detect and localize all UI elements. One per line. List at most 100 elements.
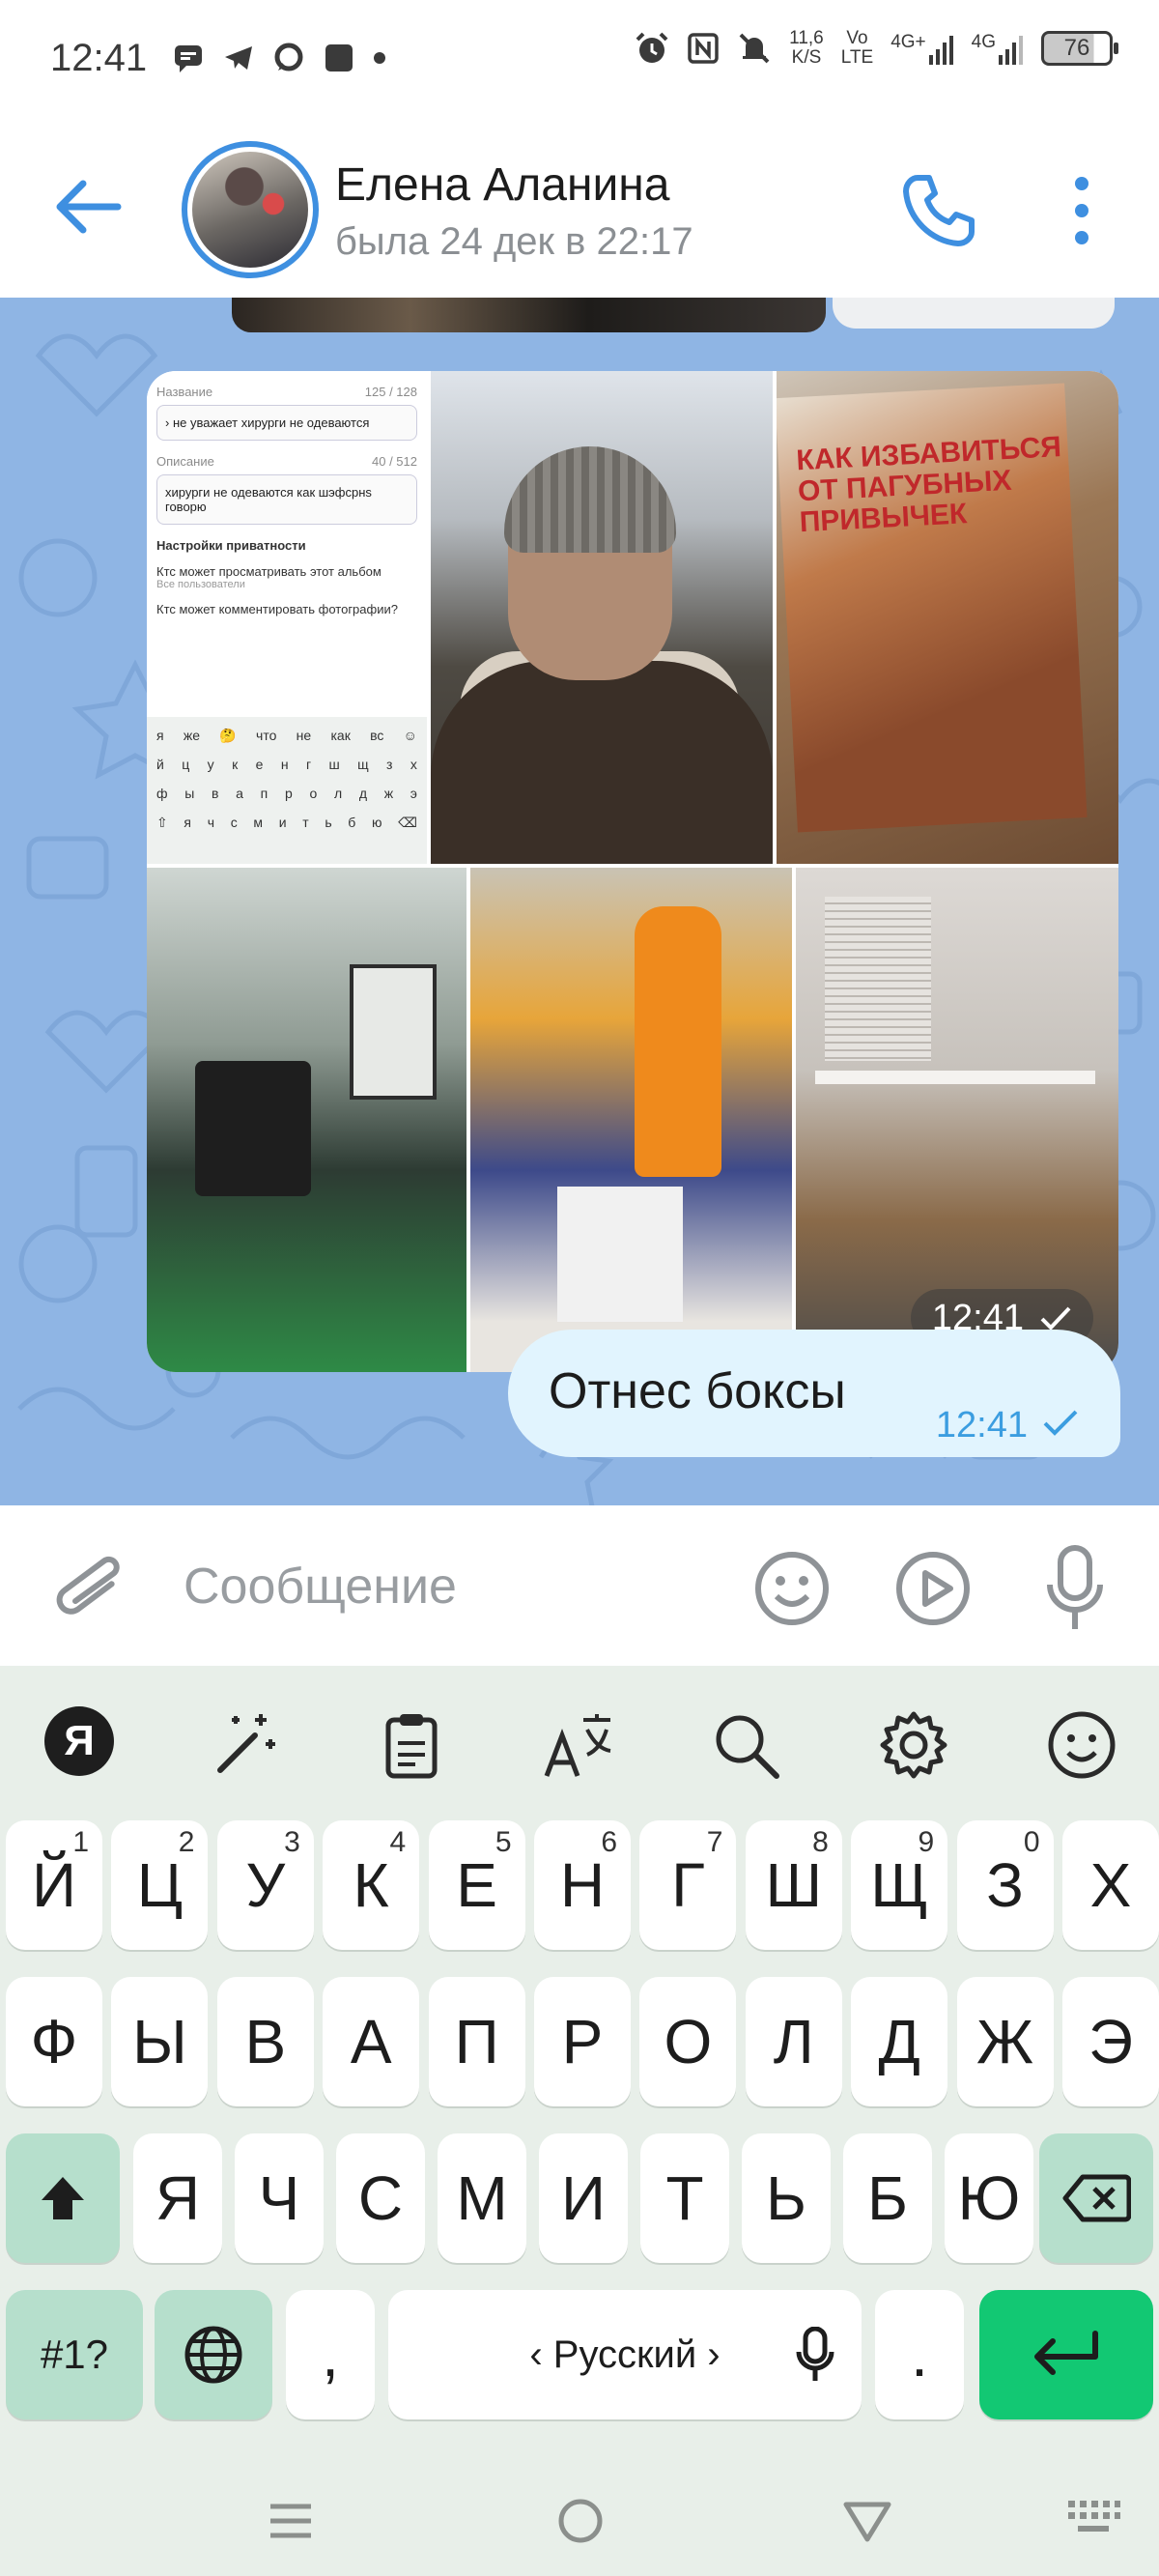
key-Э[interactable]: Э — [1062, 1977, 1159, 2106]
signal-bars-icon — [928, 36, 953, 65]
magic-wand-icon[interactable] — [207, 1706, 284, 1784]
mini-key: что — [256, 728, 277, 743]
photo-album-message[interactable]: Название 125 / 128 › не уважает хирурги … — [147, 371, 1118, 1372]
mini-key: ь — [325, 815, 332, 830]
clipboard-icon[interactable] — [373, 1706, 450, 1784]
key-М-label: М — [456, 2163, 508, 2233]
status-right-group: 11,6 K/S Vo LTE 4G+ 4G 76 — [635, 29, 1118, 68]
key-О[interactable]: О — [639, 1977, 737, 2106]
key-С[interactable]: С — [336, 2133, 425, 2263]
key-number-hint: 3 — [284, 1826, 300, 1858]
key-Р[interactable]: Р — [534, 1977, 631, 2106]
key-М[interactable]: М — [438, 2133, 526, 2263]
key-П[interactable]: П — [428, 1977, 525, 2106]
desc-count: 40 / 512 — [372, 454, 417, 469]
key-Л-label: Л — [773, 2007, 814, 2076]
mini-row-2: ф ы в а пр олд ж э — [151, 779, 423, 808]
telegram-icon — [225, 46, 253, 70]
language-key[interactable] — [155, 2290, 272, 2419]
desc-field: хирурги не одеваются как шэфсрнs говорю — [156, 474, 417, 525]
album-photo-book[interactable]: КАК ИЗБАВИТЬСЯ ОТ ПАГУБНЫХ ПРИВЫЧЕК — [777, 371, 1118, 864]
translate-icon[interactable] — [541, 1706, 618, 1784]
mini-key: б — [348, 815, 356, 830]
key-Б[interactable]: Б — [843, 2133, 932, 2263]
album-photo-products[interactable] — [470, 868, 792, 1372]
key-number-hint: 1 — [72, 1826, 89, 1858]
key-Т[interactable]: Т — [640, 2133, 729, 2263]
mini-key: м — [253, 815, 263, 830]
shift-key[interactable] — [6, 2133, 120, 2263]
space-key-label: ‹ Русский › — [529, 2333, 721, 2376]
shelf — [815, 1071, 1095, 1084]
key-К[interactable]: К4 — [323, 1820, 420, 1950]
key-А[interactable]: А — [323, 1977, 420, 2106]
emoji-panel-icon[interactable] — [1043, 1706, 1120, 1784]
key-Ф[interactable]: Ф — [6, 1977, 102, 2106]
key-Щ[interactable]: Щ9 — [851, 1820, 948, 1950]
space-key[interactable]: ‹ Русский › — [388, 2290, 862, 2419]
contact-avatar[interactable] — [182, 141, 319, 278]
contact-name[interactable]: Елена Аланина — [335, 158, 670, 212]
mini-key: же — [183, 728, 201, 743]
key-Ц[interactable]: Ц2 — [111, 1820, 209, 1950]
net-type-1: 4G+ — [890, 32, 926, 52]
voice-input-icon[interactable] — [796, 2326, 834, 2392]
recent-apps-icon[interactable] — [267, 2497, 315, 2545]
more-vertical-icon[interactable] — [1062, 174, 1101, 247]
mini-key: 🤔 — [219, 727, 237, 743]
key-Ж-label: Ж — [976, 2007, 1034, 2076]
key-У[interactable]: У3 — [216, 1820, 314, 1950]
mini-suggestions: я же 🤔 что не как вс ☺ — [151, 721, 423, 750]
key-Ш-label: Ш — [765, 1850, 823, 1920]
album-photo-checkout[interactable] — [147, 868, 466, 1372]
key-Й[interactable]: Й1 — [6, 1820, 102, 1950]
key-В[interactable]: В — [216, 1977, 314, 2106]
home-circle-icon[interactable] — [556, 2497, 605, 2545]
key-Я[interactable]: Я — [133, 2133, 222, 2263]
comma-key-label: , — [322, 2320, 339, 2390]
symbols-key[interactable]: #1? — [6, 2290, 143, 2419]
selfie-body — [431, 661, 773, 864]
phone-call-icon[interactable] — [898, 170, 979, 251]
key-З[interactable]: З0 — [956, 1820, 1054, 1950]
key-Е[interactable]: Е5 — [428, 1820, 525, 1950]
previous-photo-edge — [232, 298, 826, 332]
search-icon[interactable] — [707, 1706, 784, 1784]
paperclip-icon[interactable] — [54, 1548, 131, 1635]
key-Ы[interactable]: Ы — [111, 1977, 209, 2106]
period-key[interactable]: . — [875, 2290, 964, 2419]
key-Ж[interactable]: Ж — [956, 1977, 1054, 2106]
book-title: КАК ИЗБАВИТЬСЯ ОТ ПАГУБНЫХ ПРИВЫЧЕК — [795, 431, 1062, 539]
backspace-key[interactable] — [1039, 2133, 1153, 2263]
emoji-icon[interactable] — [753, 1550, 831, 1627]
mini-key: э — [410, 786, 417, 801]
key-Ь[interactable]: Ь — [742, 2133, 831, 2263]
microphone-icon[interactable] — [1045, 1544, 1105, 1633]
back-arrow-icon[interactable] — [54, 178, 122, 236]
key-Г[interactable]: Г7 — [639, 1820, 737, 1950]
keyboard-hide-icon[interactable] — [1066, 2499, 1120, 2537]
comma-key[interactable]: , — [286, 2290, 375, 2419]
key-И[interactable]: И — [539, 2133, 628, 2263]
key-Х[interactable]: Х — [1062, 1820, 1159, 1950]
key-Ш[interactable]: Ш8 — [745, 1820, 842, 1950]
album-photo-screenshot[interactable]: Название 125 / 128 › не уважает хирурги … — [147, 371, 427, 864]
backspace-icon — [1062, 2174, 1131, 2222]
chat-area[interactable]: Название 125 / 128 › не уважает хирурги … — [0, 298, 1159, 1505]
enter-key[interactable] — [979, 2290, 1153, 2419]
mini-key: у — [207, 757, 214, 772]
key-Н[interactable]: Н6 — [534, 1820, 631, 1950]
yandex-logo-button[interactable]: Я — [44, 1706, 114, 1776]
key-Ч[interactable]: Ч — [235, 2133, 324, 2263]
signal-2: 4G — [972, 32, 1024, 65]
key-Ю[interactable]: Ю — [945, 2133, 1033, 2263]
key-Е-label: Е — [456, 1850, 497, 1920]
video-message-icon[interactable] — [894, 1550, 972, 1627]
album-photo-selfie[interactable] — [431, 371, 773, 864]
back-triangle-icon[interactable] — [842, 2497, 892, 2545]
message-bubble[interactable]: Отнес боксы 12:41 — [508, 1330, 1120, 1457]
message-input[interactable] — [184, 1552, 724, 1621]
key-Л[interactable]: Л — [745, 1977, 842, 2106]
settings-gear-icon[interactable] — [875, 1706, 952, 1784]
key-Д[interactable]: Д — [851, 1977, 948, 2106]
